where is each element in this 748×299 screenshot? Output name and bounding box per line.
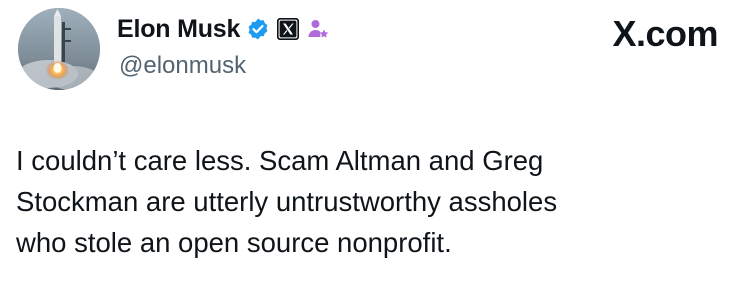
x-com-label: X.com [612, 13, 718, 54]
rocket-launch-avatar [18, 8, 100, 90]
x-affiliate-icon[interactable] [276, 17, 300, 41]
user-star-icon[interactable] [306, 17, 330, 41]
tweet-card: Elon Musk @elonmusk X.com I couldn’t car… [0, 0, 748, 299]
avatar[interactable] [18, 8, 100, 90]
tweet-line: who stole an open source nonprofit. [16, 227, 452, 258]
verified-check-icon[interactable] [246, 17, 270, 41]
tweet-line: I couldn’t care less. Scam Altman and Gr… [16, 145, 544, 176]
author-name-row: Elon Musk [117, 12, 330, 46]
x-com-logo: X.com [612, 12, 718, 56]
author-display-name[interactable]: Elon Musk [117, 15, 240, 44]
tweet-text: I couldn’t care less. Scam Altman and Gr… [16, 140, 716, 263]
author-handle[interactable]: @elonmusk [119, 52, 246, 80]
tweet-line: Stockman are utterly untrustworthy assho… [16, 186, 558, 217]
